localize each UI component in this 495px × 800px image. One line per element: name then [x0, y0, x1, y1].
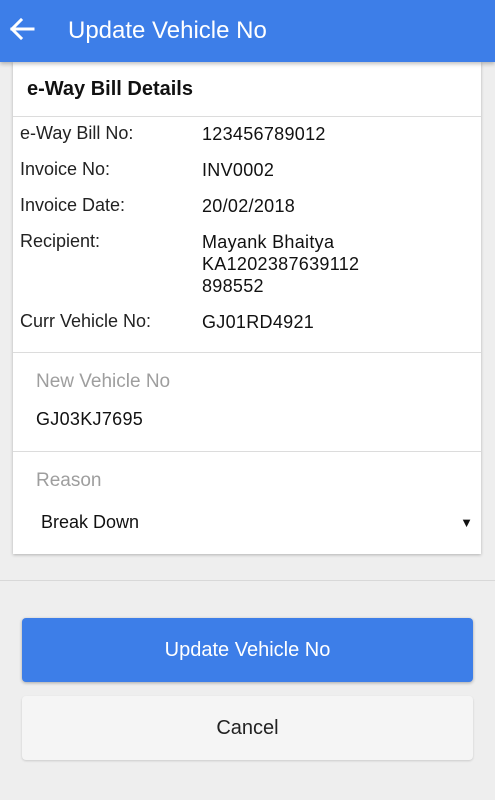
new-vehicle-field[interactable]: New Vehicle No GJ03KJ7695 [13, 353, 481, 452]
detail-label: Recipient: [20, 231, 101, 251]
page-title: Update Vehicle No [68, 17, 267, 44]
cancel-button[interactable]: Cancel [22, 696, 473, 760]
new-vehicle-input[interactable]: GJ03KJ7695 [36, 409, 143, 430]
detail-label: Curr Vehicle No: [20, 311, 152, 331]
details-section: e-Way Bill No: 123456789012 Invoice No: … [13, 117, 481, 353]
detail-value: 123456789012 [202, 124, 326, 144]
recipient-name: Mayank Bhaitya [202, 232, 335, 252]
detail-label: Invoice Date: [20, 195, 126, 215]
back-button[interactable] [0, 9, 44, 53]
eway-bill-card: e-Way Bill Details e-Way Bill No: 123456… [13, 62, 481, 554]
detail-value: INV0002 [202, 160, 275, 180]
app-bar: Update Vehicle No [0, 0, 495, 62]
reason-label: Reason [36, 470, 102, 491]
recipient-gstin: KA1202387639112 [202, 254, 360, 274]
reason-select[interactable]: Break Down ▼ [41, 508, 473, 536]
section-divider [0, 580, 495, 581]
card-title: e-Way Bill Details [13, 62, 481, 117]
arrow-left-icon [9, 17, 35, 45]
detail-value: Mayank Bhaitya KA1202387639112 898552 [202, 231, 359, 297]
reason-selected-value: Break Down [41, 511, 140, 532]
detail-label: Invoice No: [20, 159, 111, 179]
detail-value: GJ01RD4921 [202, 312, 315, 332]
detail-label: e-Way Bill No: [20, 123, 134, 143]
reason-field: Reason Break Down ▼ [13, 452, 481, 554]
caret-down-icon: ▼ [460, 514, 473, 530]
new-vehicle-label: New Vehicle No [36, 371, 171, 392]
update-vehicle-button[interactable]: Update Vehicle No [22, 618, 473, 682]
detail-value: 20/02/2018 [202, 196, 296, 216]
recipient-gstin-cont: 898552 [202, 276, 264, 296]
